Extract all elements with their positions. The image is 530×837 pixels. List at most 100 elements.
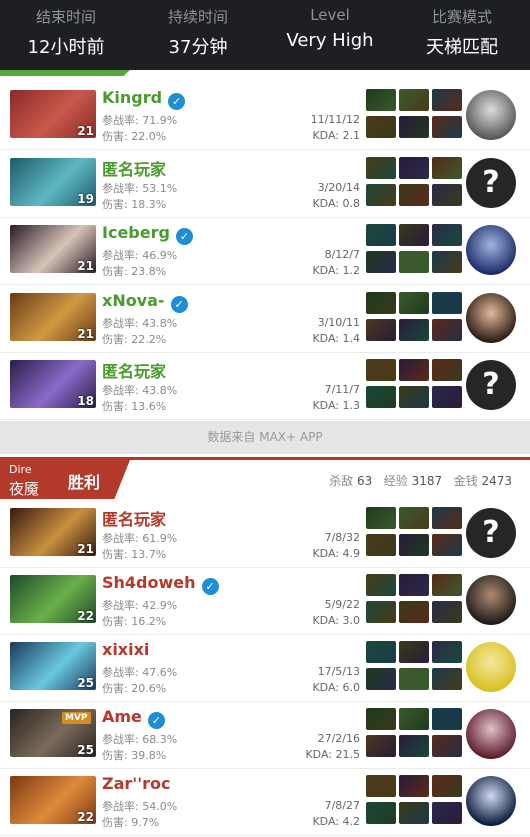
player-avatar[interactable] xyxy=(466,642,516,692)
player-name[interactable]: Zar''roc xyxy=(102,774,170,793)
player-name[interactable]: xixixi xyxy=(102,640,149,659)
item-icon[interactable] xyxy=(432,291,462,314)
item-icon[interactable] xyxy=(432,89,462,111)
item-icon[interactable] xyxy=(399,507,429,529)
item-icon[interactable] xyxy=(399,802,429,824)
item-icon[interactable] xyxy=(432,641,462,663)
anonymous-avatar-icon[interactable]: ? xyxy=(466,360,516,411)
hero-portrait[interactable]: 25 MVP xyxy=(10,709,96,757)
hero-portrait[interactable]: 25 xyxy=(10,642,96,690)
item-icon[interactable] xyxy=(366,574,396,596)
player-row[interactable]: 21 Kingrd ✓ 参战率: 71.9% 伤害: 22.0% 11/11/12 KDA:… xyxy=(0,83,530,150)
item-icon[interactable] xyxy=(399,775,429,797)
item-icon[interactable] xyxy=(366,507,396,529)
item-icon[interactable] xyxy=(399,291,429,314)
item-icon[interactable] xyxy=(399,156,429,179)
item-icon[interactable] xyxy=(432,534,462,556)
item-icon[interactable] xyxy=(366,89,396,111)
player-row[interactable]: 21 匿名玩家 参战率: 61.9% 伤害: 13.7% 7/8/32 KDA: 4.9? xyxy=(0,501,530,568)
player-avatar[interactable] xyxy=(466,292,516,343)
player-row[interactable]: 21 xNova- ✓ 参战率: 43.8% 伤害: 22.2% 3/10/11 KDA: … xyxy=(0,285,530,353)
player-avatar[interactable] xyxy=(466,776,516,826)
player-name[interactable]: Sh4doweh ✓ xyxy=(102,573,219,595)
player-row[interactable]: 22 Zar''roc 参战率: 54.0% 伤害: 9.7% 7/8/27 KDA: 4… xyxy=(0,769,530,836)
item-icon[interactable] xyxy=(432,601,462,623)
item-icon[interactable] xyxy=(366,183,396,206)
player-name[interactable]: 匿名玩家 xyxy=(102,358,166,382)
item-icon[interactable] xyxy=(366,735,396,757)
item-icon[interactable] xyxy=(432,183,462,206)
item-icon[interactable] xyxy=(399,641,429,663)
player-avatar[interactable] xyxy=(466,575,516,625)
player-name[interactable]: Ame ✓ xyxy=(102,707,165,729)
item-icon[interactable] xyxy=(399,359,429,382)
item-icon[interactable] xyxy=(366,318,396,341)
item-icon[interactable] xyxy=(399,183,429,206)
item-icon[interactable] xyxy=(366,802,396,824)
anonymous-avatar-icon[interactable]: ? xyxy=(466,508,516,558)
item-icon[interactable] xyxy=(399,534,429,556)
anonymous-avatar-icon[interactable]: ? xyxy=(466,157,516,208)
player-row[interactable]: 18 匿名玩家 参战率: 43.8% 伤害: 13.6% 7/11/7 KDA: 1.3? xyxy=(0,353,530,421)
hero-portrait[interactable]: 19 xyxy=(10,157,96,206)
item-icon[interactable] xyxy=(366,601,396,623)
item-icon[interactable] xyxy=(366,775,396,797)
item-icon[interactable] xyxy=(399,668,429,690)
player-row[interactable]: 25 MVP Ame ✓ 参战率: 68.3% 伤害: 39.8% 27/2/16 KDA: … xyxy=(0,702,530,769)
item-icon[interactable] xyxy=(366,359,396,382)
player-name[interactable]: 匿名玩家 xyxy=(102,506,166,530)
item-icon[interactable] xyxy=(366,291,396,314)
item-icon[interactable] xyxy=(366,224,396,247)
item-icon[interactable] xyxy=(432,318,462,341)
item-icon[interactable] xyxy=(432,116,462,138)
item-icon[interactable] xyxy=(366,251,396,274)
item-icon[interactable] xyxy=(432,802,462,824)
item-icon[interactable] xyxy=(366,116,396,138)
item-icon[interactable] xyxy=(432,708,462,730)
item-icon[interactable] xyxy=(399,708,429,730)
item-icon[interactable] xyxy=(399,318,429,341)
hero-portrait[interactable]: 22 xyxy=(10,575,96,623)
player-avatar[interactable] xyxy=(466,709,516,759)
player-row[interactable]: 22 Sh4doweh ✓ 参战率: 42.9% 伤害: 16.2% 5/9/22 KDA:… xyxy=(0,568,530,635)
player-avatar[interactable] xyxy=(466,225,516,276)
item-icon[interactable] xyxy=(366,534,396,556)
item-icon[interactable] xyxy=(432,668,462,690)
hero-portrait[interactable]: 21 xyxy=(10,508,96,556)
item-icon[interactable] xyxy=(399,116,429,138)
item-icon[interactable] xyxy=(432,156,462,179)
item-icon[interactable] xyxy=(432,386,462,409)
item-icon[interactable] xyxy=(366,708,396,730)
item-icon[interactable] xyxy=(399,574,429,596)
item-icon[interactable] xyxy=(432,359,462,382)
item-icon[interactable] xyxy=(399,89,429,111)
hero-portrait[interactable]: 21 xyxy=(10,292,96,341)
item-icon[interactable] xyxy=(366,668,396,690)
item-icon[interactable] xyxy=(432,251,462,274)
item-icon[interactable] xyxy=(366,641,396,663)
item-icon[interactable] xyxy=(432,574,462,596)
item-icon[interactable] xyxy=(432,775,462,797)
hero-portrait[interactable]: 18 xyxy=(10,360,96,409)
player-name[interactable]: Kingrd ✓ xyxy=(102,88,186,110)
item-icon[interactable] xyxy=(432,735,462,757)
player-row[interactable]: 25 xixixi 参战率: 47.6% 伤害: 20.6% 17/5/13 KDA: 6… xyxy=(0,635,530,702)
player-name[interactable]: xNova- ✓ xyxy=(102,291,188,313)
item-icon[interactable] xyxy=(399,224,429,247)
hero-portrait[interactable]: 21 xyxy=(10,225,96,274)
item-icon[interactable] xyxy=(399,735,429,757)
item-icon[interactable] xyxy=(432,224,462,247)
item-icon[interactable] xyxy=(399,386,429,409)
item-icon[interactable] xyxy=(432,507,462,529)
player-row[interactable]: 19 匿名玩家 参战率: 53.1% 伤害: 18.3% 3/20/14 KDA: 0.8… xyxy=(0,150,530,218)
player-avatar[interactable] xyxy=(466,90,516,140)
item-icon[interactable] xyxy=(399,251,429,274)
item-icon[interactable] xyxy=(366,386,396,409)
item-icon[interactable] xyxy=(366,156,396,179)
player-name[interactable]: Iceberg ✓ xyxy=(102,223,193,246)
player-name[interactable]: 匿名玩家 xyxy=(102,156,166,180)
item-icon[interactable] xyxy=(399,601,429,623)
player-row[interactable]: 21 Iceberg ✓ 参战率: 46.9% 伤害: 23.8% 8/12/7 KDA: … xyxy=(0,218,530,286)
hero-portrait[interactable]: 21 xyxy=(10,90,96,138)
hero-portrait[interactable]: 22 xyxy=(10,776,96,824)
